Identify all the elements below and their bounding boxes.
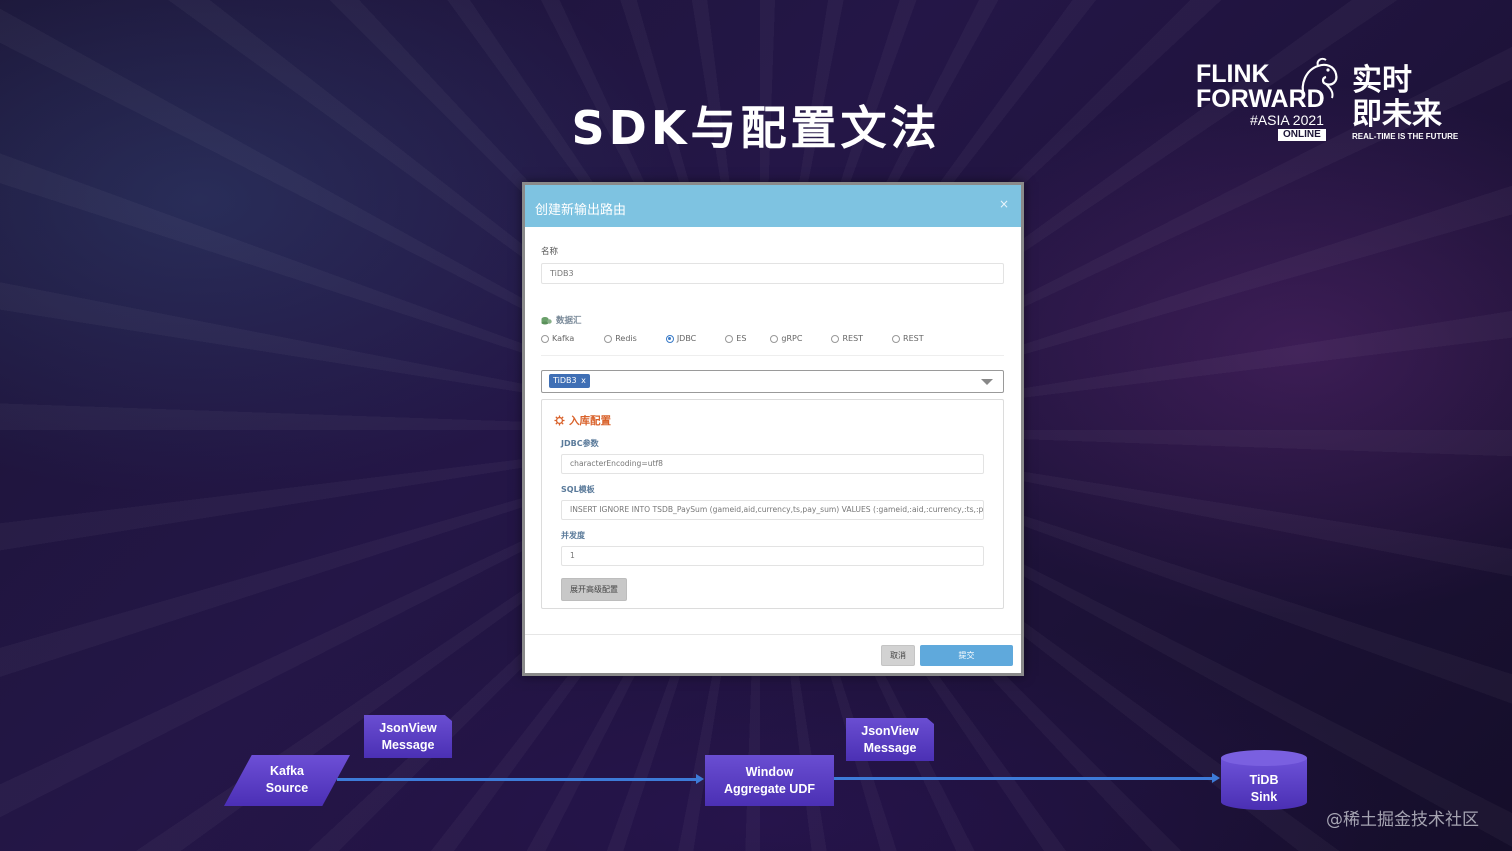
radio-label: ES: [736, 334, 747, 343]
dialog-body: 名称 TiDB3 数据汇 Kafka Redis JDBC ES gRPC REST RES…: [525, 227, 1021, 609]
jsonview-message-1-line2: Message: [381, 738, 435, 752]
submit-button[interactable]: 提交: [920, 645, 1013, 666]
sink-select[interactable]: TiDB3 x: [541, 370, 1004, 393]
radio-button[interactable]: [725, 334, 734, 343]
radio-label: REST: [903, 334, 924, 343]
jdbc-params-label: JDBC参数: [561, 439, 599, 448]
name-label: 名称: [541, 247, 559, 257]
close-icon[interactable]: ×: [999, 197, 1009, 211]
radio-button[interactable]: [770, 334, 779, 343]
logo-cn-line2: 即未来: [1352, 97, 1442, 132]
sql-template-label: SQL模板: [561, 485, 595, 494]
radio-label: Kafka: [552, 334, 575, 343]
jdbc-params-input[interactable]: characterEncoding=utf8: [561, 454, 984, 474]
logo-online-badge: ONLINE: [1278, 129, 1326, 141]
expand-advanced-config-button[interactable]: 展开高级配置: [561, 578, 627, 601]
storage-config-header: 入库配置: [554, 413, 984, 428]
radio-option-rest-2[interactable]: REST: [892, 334, 924, 343]
kafka-source-node: Kafka Source: [224, 755, 350, 806]
logo-cn-line1: 实时: [1352, 63, 1412, 98]
window-udf-line1: Window: [745, 765, 794, 779]
radio-button[interactable]: [665, 334, 674, 343]
logo-line1: FLINK: [1196, 60, 1270, 88]
sink-section-header: 数据汇: [541, 314, 1004, 326]
dialog-header: 创建新输出路由 ×: [525, 185, 1021, 227]
name-input[interactable]: TiDB3: [541, 263, 1004, 284]
radio-option-es[interactable]: ES: [725, 334, 746, 343]
selected-sink-tag[interactable]: TiDB3 x: [549, 374, 590, 388]
logo-cn-text: 实时 即未来: [1352, 64, 1442, 132]
flink-forward-logo: FLINK FORWARD #ASIA 2021 ONLINE 实时 即未来 R…: [1196, 56, 1459, 146]
tidb-sink-line1: TiDB: [1249, 773, 1279, 787]
radio-label: REST: [842, 334, 864, 343]
sql-template-input[interactable]: INSERT IGNORE INTO TSDB_PaySum (gameid,a…: [561, 500, 984, 520]
dialog-footer: 取消 提交: [525, 634, 1021, 676]
arrow-source-to-udf: [337, 774, 704, 784]
radio-label: Redis: [615, 334, 637, 343]
radio-label: JDBC: [676, 334, 697, 343]
create-output-route-dialog: 创建新输出路由 × 名称 TiDB3 数据汇 Kafka Redis JDBC ES g…: [522, 182, 1024, 676]
database-icon: [541, 316, 552, 324]
gear-icon: [554, 415, 565, 426]
selected-sink-tag-label: TiDB3: [553, 376, 577, 385]
parallelism-input[interactable]: 1: [561, 546, 984, 566]
squirrel-icon: [1301, 57, 1338, 99]
tidb-sink-node: TiDB Sink: [1221, 772, 1307, 806]
logo-tagline: REAL-TIME IS THE FUTURE: [1352, 132, 1459, 141]
watermark: @稀土掘金技术社区: [1326, 810, 1479, 830]
radio-button[interactable]: [541, 334, 549, 343]
radio-label: gRPC: [781, 334, 803, 343]
radio-button[interactable]: [831, 334, 840, 343]
tidb-sink-line2: Sink: [1250, 790, 1278, 804]
storage-config-panel: 入库配置 JDBC参数 characterEncoding=utf8 SQL模板…: [541, 399, 1004, 609]
radio-option-redis[interactable]: Redis: [604, 334, 637, 343]
chevron-down-icon[interactable]: [981, 379, 993, 385]
radio-option-kafka[interactable]: Kafka: [541, 334, 574, 343]
arrow-udf-to-sink: [833, 773, 1220, 783]
parallelism-label: 并发度: [561, 531, 585, 540]
sink-type-radio-group: Kafka Redis JDBC ES gRPC REST REST: [541, 334, 1004, 356]
kafka-source-line1: Kafka: [269, 764, 305, 778]
kafka-source-line2: Source: [265, 781, 309, 795]
jsonview-message-2-line1: JsonView: [861, 724, 919, 738]
window-udf-line2: Aggregate UDF: [724, 782, 815, 796]
sink-section-label: 数据汇: [556, 316, 582, 326]
radio-option-grpc[interactable]: gRPC: [770, 334, 802, 343]
storage-config-title: 入库配置: [569, 415, 611, 427]
radio-button[interactable]: [604, 334, 613, 343]
logo-event: #ASIA 2021: [1250, 112, 1324, 128]
radio-option-jdbc[interactable]: JDBC: [665, 334, 697, 343]
cancel-button[interactable]: 取消: [881, 645, 915, 666]
radio-button[interactable]: [892, 334, 901, 343]
radio-option-rest[interactable]: REST: [831, 334, 863, 343]
jsonview-message-2-line2: Message: [863, 741, 917, 755]
jsonview-message-node-1: JsonView Message: [364, 715, 452, 758]
jsonview-message-node-2: JsonView Message: [846, 718, 934, 761]
window-aggregate-udf-node: Window Aggregate UDF: [705, 755, 834, 806]
dialog-title: 创建新输出路由: [535, 203, 627, 218]
tag-remove-icon[interactable]: x: [581, 376, 586, 385]
jsonview-message-1-line1: JsonView: [379, 721, 437, 735]
